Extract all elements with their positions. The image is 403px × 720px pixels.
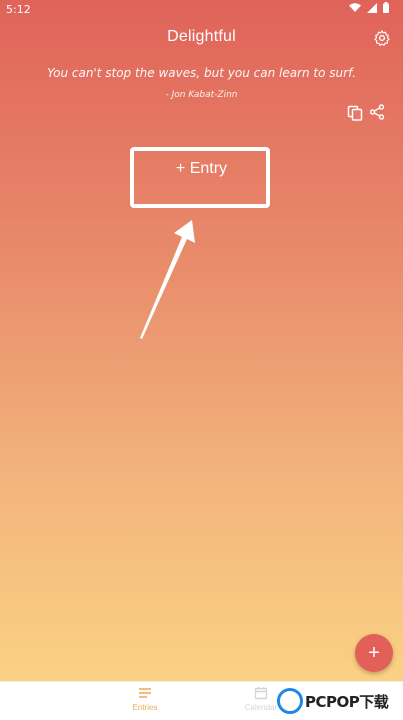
quote-text: You can't stop the waves, but you can le… (47, 66, 356, 80)
status-icons (349, 2, 389, 13)
plus-icon: + (368, 641, 380, 664)
watermark-text: PCPOP下载 (305, 693, 389, 711)
status-bar: 5:12 (0, 0, 403, 18)
add-fab-button[interactable]: + (355, 634, 393, 672)
nav-entries-label: Entries (132, 703, 158, 712)
calendar-icon (254, 687, 268, 700)
gear-icon[interactable] (373, 29, 391, 47)
page-title: Delightful (167, 28, 236, 45)
nav-calendar-label: Calendar (244, 703, 278, 712)
bottom-nav: Entries Calendar PCPOP下载 (0, 681, 403, 720)
list-icon (139, 688, 151, 698)
nav-entries[interactable]: Entries (120, 686, 170, 712)
share-icon[interactable] (369, 104, 385, 120)
status-time: 5:12 (6, 3, 31, 16)
quote-author: - Jon Kabat-Zinn (165, 90, 238, 100)
wifi-icon (349, 2, 361, 12)
copy-icon[interactable] (347, 105, 363, 121)
pointer-arrow-annotation (140, 220, 195, 339)
add-entry-button[interactable]: + Entry (0, 160, 403, 178)
watermark: PCPOP下载 (277, 686, 397, 716)
battery-icon (383, 2, 389, 13)
watermark-logo (277, 688, 303, 714)
signal-icon (367, 2, 377, 13)
